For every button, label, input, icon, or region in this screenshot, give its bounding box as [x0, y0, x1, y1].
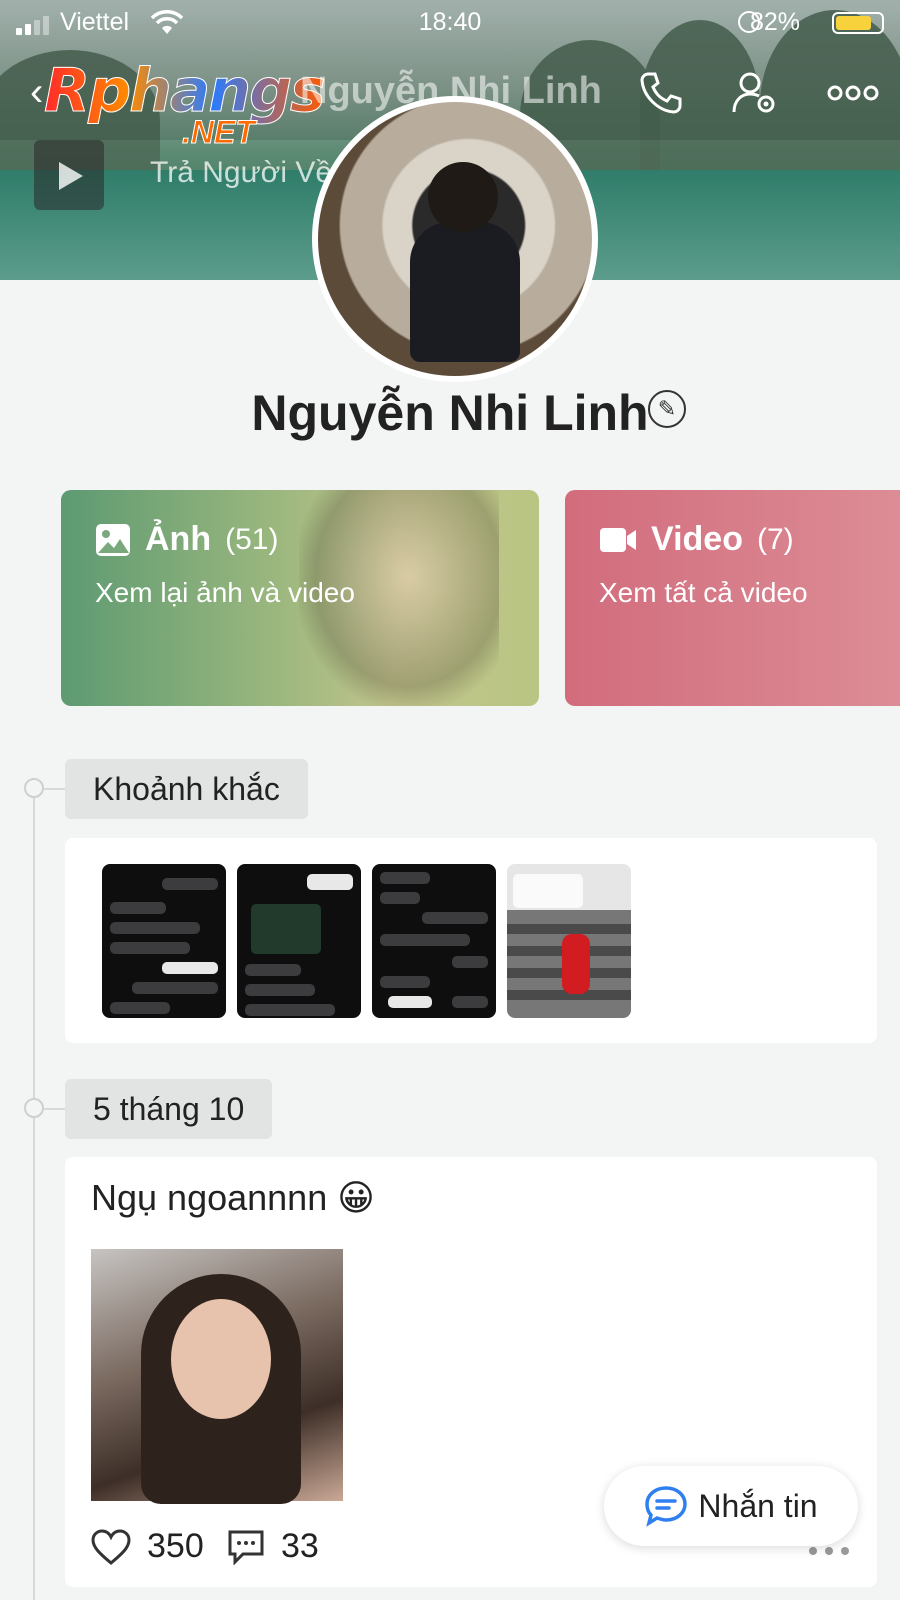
comment-count: 33: [281, 1527, 319, 1565]
comment-icon: [228, 1530, 264, 1565]
photos-card-title: Ảnh: [145, 520, 212, 558]
timeline-dot: [24, 778, 44, 798]
like-button[interactable]: 350: [91, 1527, 204, 1566]
avatar[interactable]: [312, 96, 598, 382]
battery-percent: 82%: [749, 8, 800, 36]
watermark-logo-suffix: .NET: [182, 114, 256, 151]
user-settings-icon[interactable]: [730, 68, 780, 118]
moment-thumbnail[interactable]: [372, 864, 496, 1018]
post-more-icon[interactable]: [807, 1545, 851, 1557]
timeline-line: [33, 790, 35, 1600]
timeline-dot: [24, 1098, 44, 1118]
like-count: 350: [147, 1527, 204, 1565]
profile-name: Nguyễn Nhi Linh: [251, 385, 649, 441]
profile-music-title[interactable]: Trả Người Về: [150, 156, 332, 190]
message-bubble-icon: [645, 1486, 688, 1527]
videos-card[interactable]: Video (7) Xem tất cả video: [565, 490, 900, 706]
moment-thumbnail[interactable]: [102, 864, 226, 1018]
profile-music-button[interactable]: [34, 140, 104, 210]
videos-card-title: Video: [651, 520, 743, 558]
moment-thumbnail[interactable]: [507, 864, 631, 1018]
send-message-button[interactable]: Nhắn tin: [604, 1466, 858, 1546]
phone-icon[interactable]: [636, 68, 686, 118]
photos-card[interactable]: Ảnh (51) Xem lại ảnh và video: [61, 490, 539, 706]
video-camera-icon: [600, 527, 636, 552]
comment-button[interactable]: 33: [227, 1527, 319, 1566]
moment-thumbnail[interactable]: [237, 864, 361, 1018]
post-caption-text: Ngụ ngoannnn: [91, 1177, 328, 1218]
timeline-connector: [44, 788, 66, 790]
battery-icon: [832, 12, 884, 34]
moments-label: Khoảnh khắc: [65, 759, 308, 819]
videos-count: (7): [756, 522, 794, 556]
grinning-emoji-icon: 😀: [337, 1177, 375, 1218]
image-icon: [96, 523, 130, 556]
back-arrow-icon[interactable]: ‹: [30, 70, 43, 115]
videos-card-subtitle: Xem tất cả video: [599, 577, 808, 608]
timeline-connector: [44, 1108, 66, 1110]
photos-count: (51): [225, 522, 279, 556]
more-options-icon[interactable]: [826, 68, 880, 118]
post-image[interactable]: [91, 1249, 343, 1504]
heart-icon: [91, 1528, 131, 1565]
status-bar: Viettel 18:40 82%: [0, 0, 900, 46]
post-caption: Ngụ ngoannnn 😀: [91, 1177, 375, 1219]
edit-pencil-icon[interactable]: ✎: [648, 390, 686, 428]
play-icon: [59, 162, 83, 190]
photos-card-subtitle: Xem lại ảnh và video: [95, 577, 355, 608]
send-message-label: Nhắn tin: [698, 1487, 818, 1524]
moments-panel: [65, 838, 877, 1043]
date-label: 5 tháng 10: [65, 1079, 273, 1139]
